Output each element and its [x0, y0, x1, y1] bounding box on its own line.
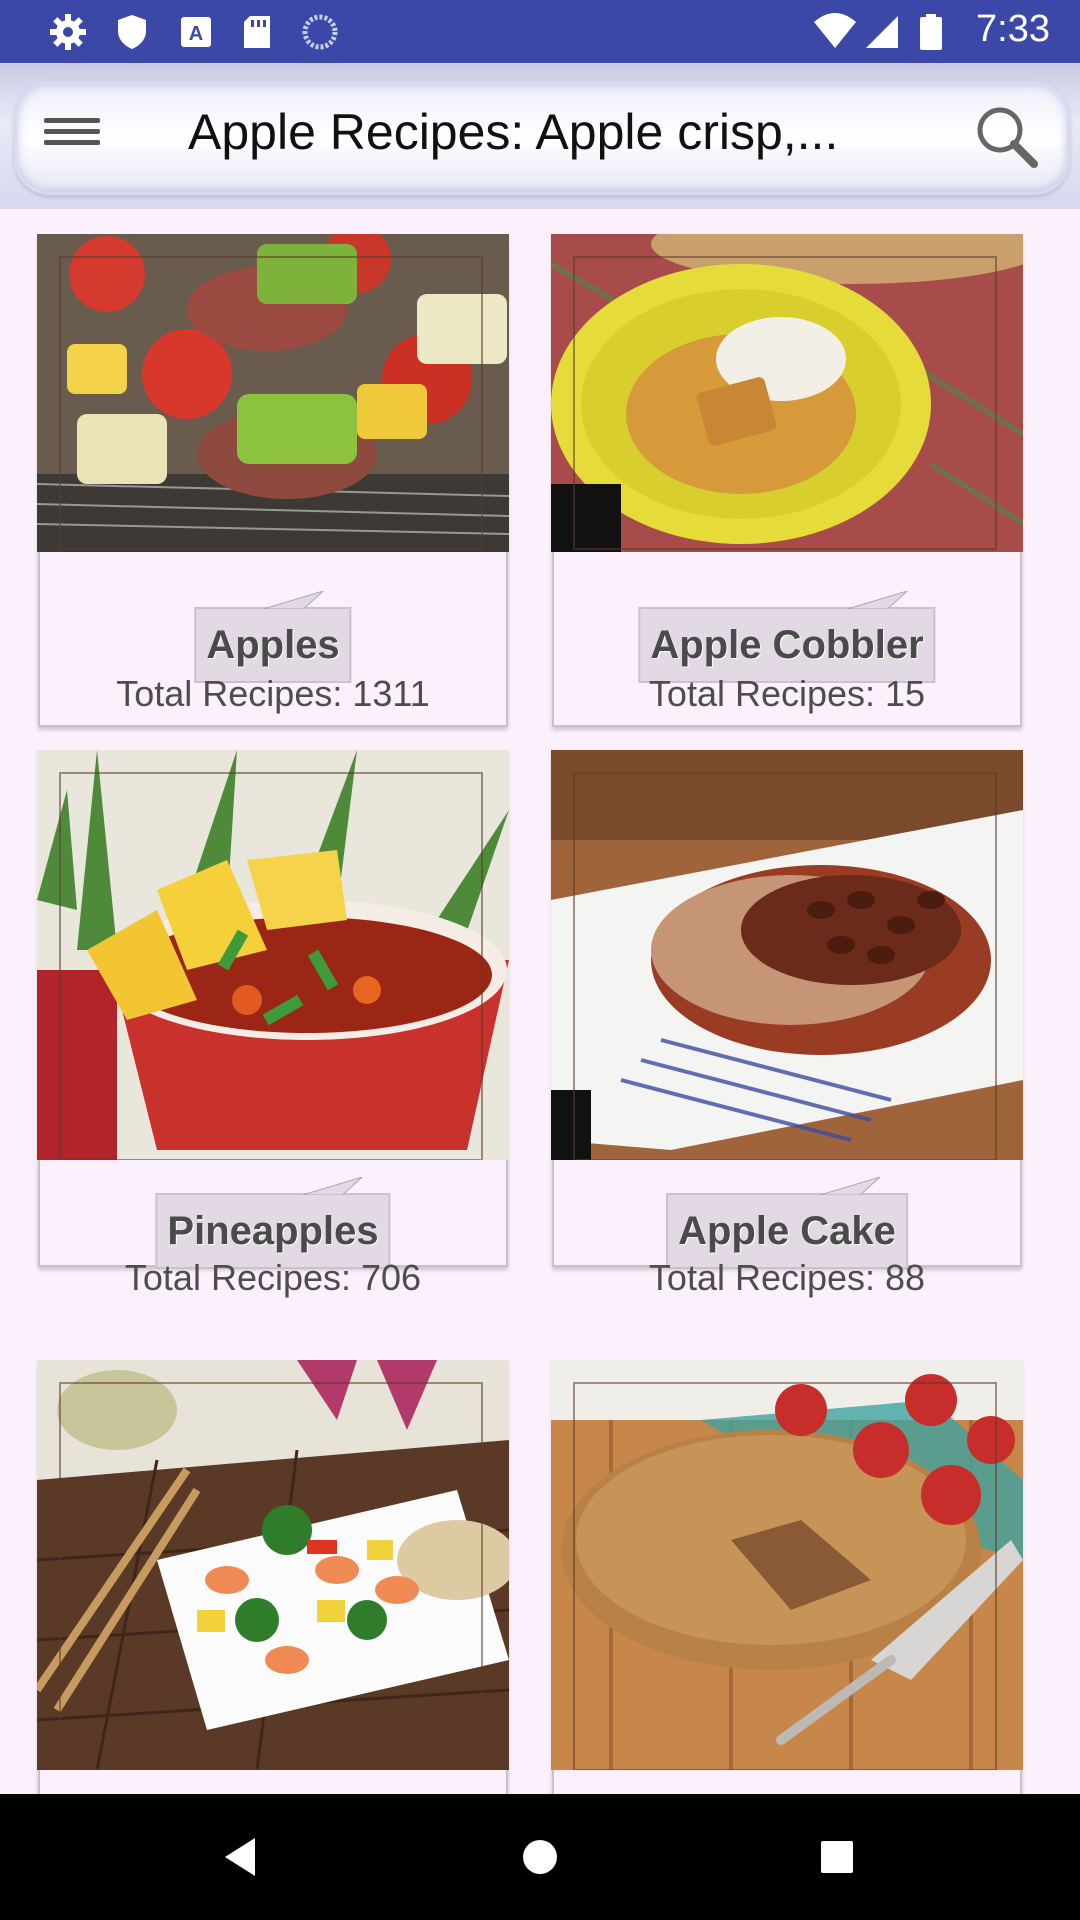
category-name: Apples — [194, 591, 352, 683]
svg-text:A: A — [189, 23, 203, 45]
category-image — [37, 750, 509, 1160]
clock-time: 7:33 — [976, 8, 1050, 50]
shield-icon — [118, 15, 146, 49]
category-card-apple-cake[interactable]: Apple Cake Total Recipes: 88 — [551, 750, 1023, 1298]
home-circle-icon[interactable] — [513, 1830, 567, 1884]
back-triangle-icon[interactable] — [215, 1830, 269, 1884]
recipe-count: Total Recipes: 15 — [648, 673, 926, 714]
category-name: Apple Cobbler — [638, 591, 936, 683]
category-image — [37, 1360, 509, 1770]
search-icon[interactable] — [972, 102, 1042, 172]
hamburger-menu-icon[interactable] — [44, 112, 100, 156]
font-a-icon: A — [181, 17, 211, 47]
system-nav-bar — [0, 1794, 1080, 1920]
wifi-icon — [814, 13, 856, 48]
category-card-apples[interactable]: Apples Total Recipes: 1311 — [37, 234, 509, 727]
category-card[interactable] — [551, 1360, 1023, 1794]
gear-icon — [50, 14, 86, 50]
category-image — [551, 234, 1023, 552]
category-card-pineapples[interactable]: Pineapples Total Recipes: 706 — [37, 750, 509, 1298]
category-image — [551, 750, 1023, 1160]
category-image — [37, 234, 509, 552]
status-bar: A 7:33 — [0, 0, 1080, 63]
category-card[interactable] — [37, 1360, 509, 1794]
recipe-count: Total Recipes: 1311 — [116, 673, 430, 714]
category-card-apple-cobbler[interactable]: Apple Cobbler Total Recipes: 15 — [551, 234, 1023, 727]
recipe-count: Total Recipes: 706 — [124, 1257, 422, 1298]
loading-icon — [302, 14, 338, 50]
sd-card-icon — [244, 16, 270, 48]
page-title: Apple Recipes: Apple crisp,... — [188, 104, 839, 160]
category-image — [551, 1360, 1023, 1770]
signal-icon — [866, 16, 898, 48]
battery-icon — [920, 14, 942, 50]
recents-square-icon[interactable] — [810, 1830, 864, 1884]
category-grid: Apples Total Recipes: 1311 Apple Cobbler… — [0, 209, 1080, 1794]
recipe-count: Total Recipes: 88 — [648, 1257, 926, 1298]
